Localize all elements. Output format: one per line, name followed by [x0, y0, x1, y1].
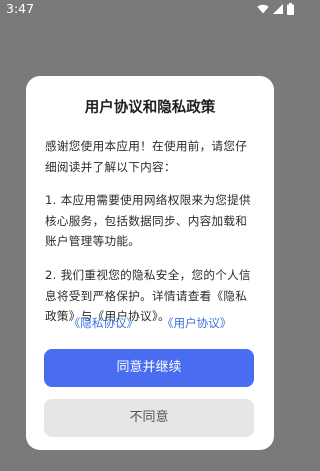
status-bar: 3:47	[0, 0, 300, 24]
agreement-links: 《隐私协议》 《用户协议》	[26, 315, 274, 331]
dialog-body[interactable]: 感谢您使用本应用！在使用前，请您仔细阅读并了解以下内容： 1. 本应用需要使用网…	[45, 136, 257, 328]
status-icons	[257, 3, 294, 15]
privacy-agreement-link[interactable]: 《隐私协议》	[59, 316, 149, 330]
cell-signal-icon	[273, 4, 283, 14]
wifi-icon	[257, 4, 269, 14]
user-agreement-link[interactable]: 《用户协议》	[152, 316, 242, 330]
dialog-title: 用户协议和隐私政策	[84, 100, 216, 116]
battery-icon	[287, 3, 294, 15]
privacy-dialog: 用户协议和隐私政策 感谢您使用本应用！在使用前，请您仔细阅读并了解以下内容： 1…	[26, 76, 274, 450]
intro-paragraph: 感谢您使用本应用！在使用前，请您仔细阅读并了解以下内容：	[45, 139, 248, 174]
status-time: 3:47	[6, 1, 35, 16]
disagree-button[interactable]: 不同意	[44, 399, 254, 437]
network-paragraph: 1. 本应用需要使用网络权限来为您提供核心服务，包括数据同步、内容加载和账户管理…	[45, 193, 251, 249]
agree-continue-button[interactable]: 同意并继续	[44, 349, 254, 387]
